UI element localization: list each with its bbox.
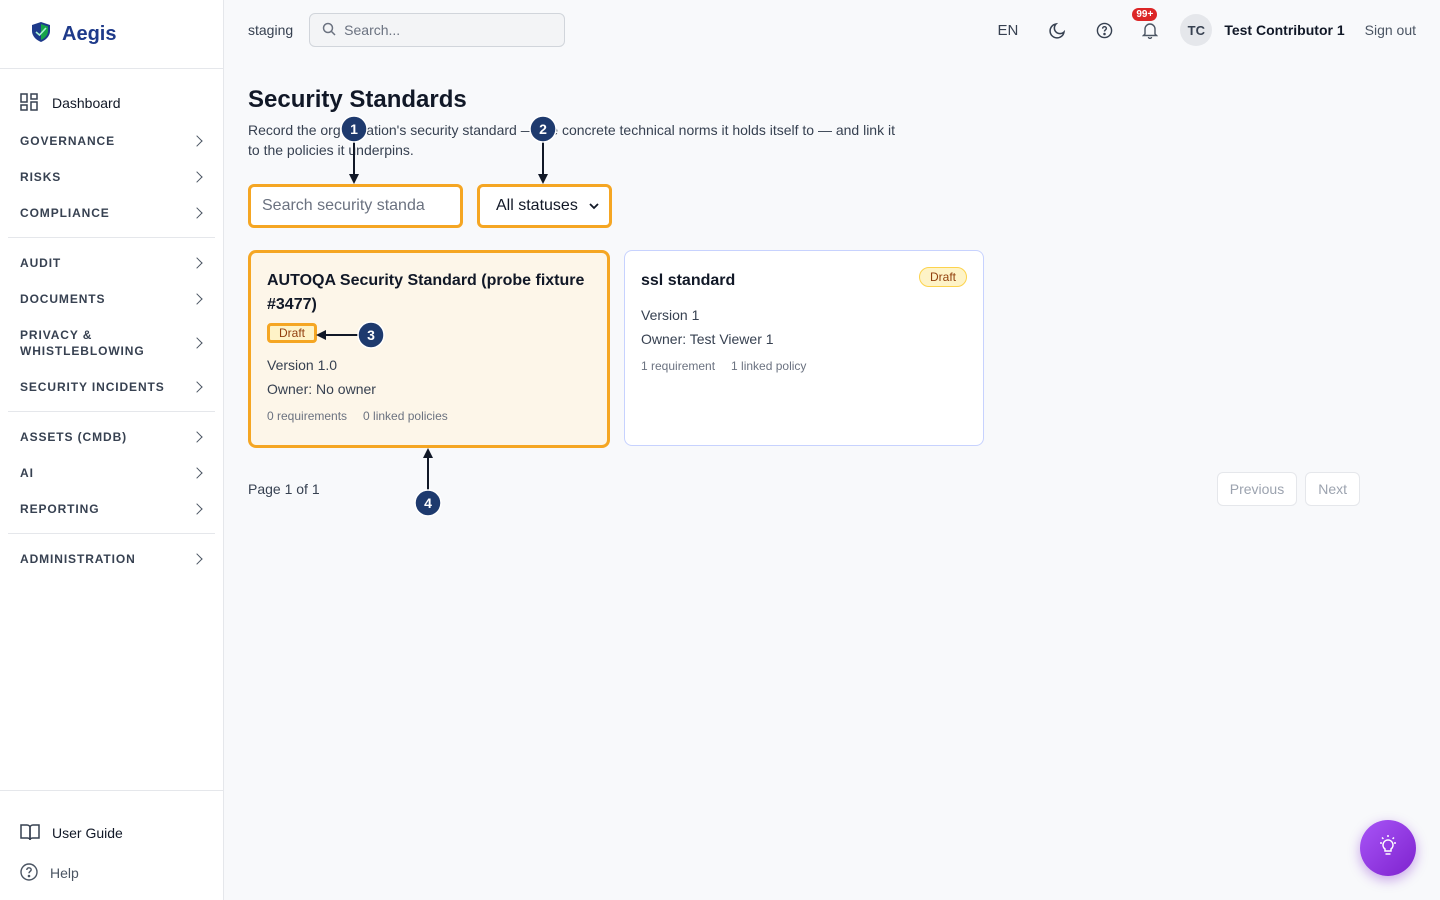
chevron-right-icon	[191, 431, 203, 443]
topbar: staging Search... EN 99+ TC Test Contrib…	[224, 0, 1440, 60]
search-placeholder: Search security standa	[262, 197, 425, 214]
sidebar-footer: User Guide Help	[0, 790, 223, 900]
help-link[interactable]: Help	[0, 853, 223, 893]
lightbulb-icon	[1377, 834, 1399, 863]
book-icon	[20, 823, 40, 844]
requirements-count: 0 requirements	[267, 409, 348, 423]
sidebar-nav: Dashboard GOVERNANCE RISKS COMPLIANCE AU…	[0, 69, 223, 577]
section-label: ADMINISTRATION	[20, 552, 136, 566]
section-label: RISKS	[20, 170, 62, 184]
sidebar-item-label: Dashboard	[52, 95, 121, 111]
topbar-actions: EN 99+ TC Test Contributor 1 Sign out	[997, 0, 1416, 60]
standard-card[interactable]: ssl standard Draft Version 1 Owner: Test…	[624, 250, 984, 446]
shield-logo-icon	[30, 21, 52, 48]
standard-title: ssl standard	[641, 272, 736, 289]
chevron-right-icon	[191, 467, 203, 479]
bell-icon[interactable]: 99+	[1132, 8, 1160, 40]
previous-button[interactable]: Previous	[1216, 472, 1298, 506]
standard-stats: 0 requirements 0 linked policies	[267, 409, 591, 423]
standard-title: AUTOQA Security Standard (probe fixture …	[267, 272, 585, 313]
standards-search-input[interactable]: Search security standa	[248, 184, 463, 228]
brand[interactable]: Aegis	[0, 0, 223, 69]
section-label: GOVERNANCE	[20, 134, 116, 148]
section-label: PRIVACY & WHISTLEBLOWING	[20, 328, 145, 358]
filter-bar: Search security standa All statuses	[248, 184, 1360, 228]
moon-icon[interactable]	[1048, 20, 1068, 40]
search-icon	[322, 22, 336, 39]
chevron-right-icon	[191, 293, 203, 305]
section-label: AUDIT	[20, 256, 62, 270]
section-label: ASSETS (CMDB)	[20, 430, 128, 444]
section-label: COMPLIANCE	[20, 206, 110, 220]
chevron-right-icon	[191, 337, 203, 349]
sidebar: Aegis Dashboard GOVERNANCE RISKS COMPLIA…	[0, 0, 224, 900]
help-circle-icon[interactable]	[1094, 20, 1114, 40]
sidebar-section-assets[interactable]: ASSETS (CMDB)	[0, 419, 223, 455]
status-filter-select[interactable]: All statuses	[477, 184, 612, 228]
page-description: Record the organization's security stand…	[248, 122, 895, 158]
chevron-right-icon	[191, 135, 203, 147]
status-badge: Draft	[267, 323, 318, 343]
sidebar-item-dashboard[interactable]: Dashboard	[0, 83, 223, 123]
standard-version: Version 1	[641, 307, 700, 323]
pagination: Page 1 of 1 Previous Next	[248, 472, 1360, 506]
sidebar-section-risks[interactable]: RISKS	[0, 159, 223, 195]
chevron-right-icon	[191, 503, 203, 515]
standard-owner: Owner: No owner	[267, 381, 376, 397]
section-label: REPORTING	[20, 502, 100, 516]
standard-owner: Owner: Test Viewer 1	[641, 331, 774, 347]
divider	[8, 411, 215, 412]
help-label: Help	[50, 865, 79, 881]
standard-version: Version 1.0	[267, 357, 338, 373]
standard-card[interactable]: AUTOQA Security Standard (probe fixture …	[248, 250, 610, 448]
divider	[8, 237, 215, 238]
chevron-right-icon	[191, 553, 203, 565]
standards-grid: AUTOQA Security Standard (probe fixture …	[248, 250, 1360, 448]
sidebar-section-audit[interactable]: AUDIT	[0, 245, 223, 281]
page-title: Security Standards	[248, 86, 467, 113]
sidebar-section-administration[interactable]: ADMINISTRATION	[0, 541, 223, 577]
notification-badge: 99+	[1132, 8, 1158, 21]
global-search-input[interactable]: Search...	[309, 13, 566, 47]
user-name[interactable]: Test Contributor 1	[1224, 22, 1344, 38]
assistant-fab-button[interactable]	[1360, 820, 1416, 876]
avatar[interactable]: TC	[1180, 14, 1213, 46]
section-label: DOCUMENTS	[20, 292, 106, 306]
chevron-right-icon	[191, 207, 203, 219]
dashboard-grid-icon	[20, 92, 38, 114]
chevron-right-icon	[191, 171, 203, 183]
sidebar-section-documents[interactable]: DOCUMENTS	[0, 281, 223, 317]
sign-out-button[interactable]: Sign out	[1365, 22, 1416, 38]
chevron-right-icon	[191, 381, 203, 393]
help-circle-icon	[20, 862, 38, 884]
requirements-count: 1 requirement	[641, 359, 716, 373]
page-info: Page 1 of 1	[248, 481, 320, 497]
sidebar-section-security-incidents[interactable]: SECURITY INCIDENTS	[0, 369, 223, 405]
sidebar-section-privacy[interactable]: PRIVACY & WHISTLEBLOWING	[0, 317, 223, 369]
next-button[interactable]: Next	[1305, 472, 1360, 506]
user-guide-link[interactable]: User Guide	[0, 813, 223, 853]
status-filter-value: All statuses	[496, 197, 578, 214]
sidebar-section-reporting[interactable]: REPORTING	[0, 491, 223, 527]
sidebar-section-governance[interactable]: GOVERNANCE	[0, 123, 223, 159]
section-label: AI	[20, 466, 34, 480]
sidebar-section-compliance[interactable]: COMPLIANCE	[0, 195, 223, 231]
sidebar-section-ai[interactable]: AI	[0, 455, 223, 491]
linked-policies-count: 1 linked policy	[731, 359, 807, 373]
pagination-buttons: Previous Next	[1216, 472, 1360, 506]
user-guide-label: User Guide	[52, 825, 123, 841]
chevron-right-icon	[191, 257, 203, 269]
section-label: SECURITY INCIDENTS	[20, 380, 165, 394]
search-placeholder: Search...	[344, 22, 401, 38]
standard-stats: 1 requirement 1 linked policy	[641, 359, 967, 373]
chevron-down-icon	[589, 197, 599, 215]
status-badge: Draft	[918, 267, 967, 287]
linked-policies-count: 0 linked policies	[363, 409, 448, 423]
language-switcher[interactable]: EN	[997, 22, 1018, 39]
environment-label: staging	[248, 22, 294, 38]
divider	[8, 533, 215, 534]
main-content: Security Standards Record the organizati…	[248, 84, 1360, 506]
brand-name: Aegis	[62, 22, 117, 45]
